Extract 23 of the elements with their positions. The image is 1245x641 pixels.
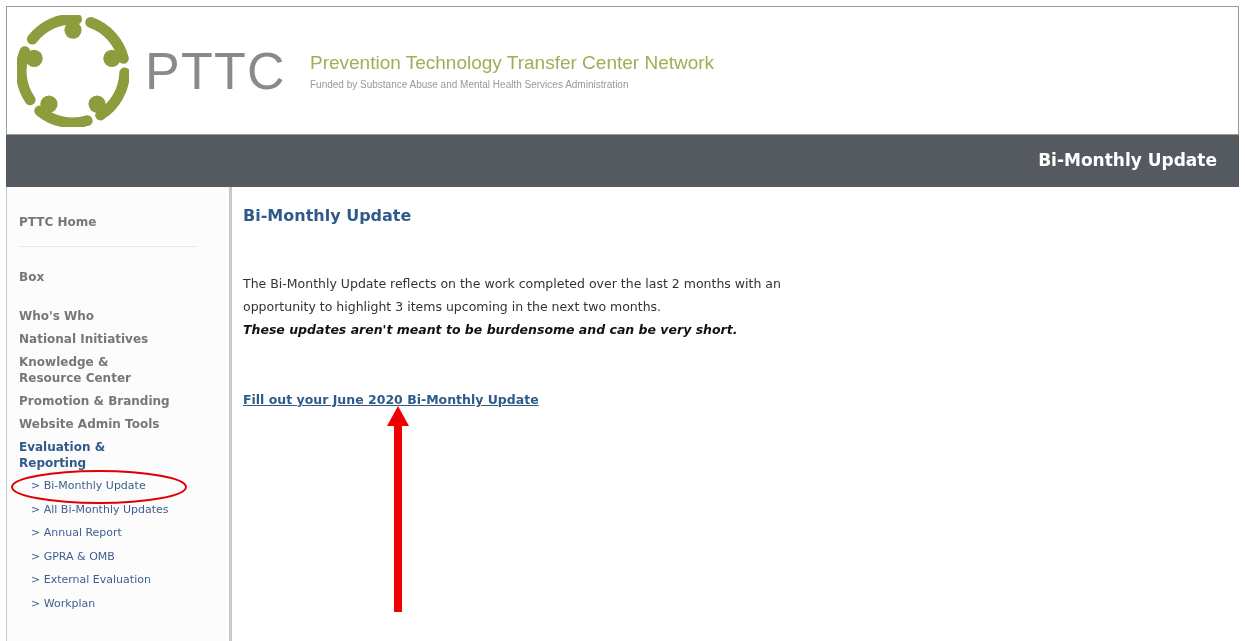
- page-heading: Bi-Monthly Update: [243, 205, 413, 227]
- emphasis-text: These updates aren't meant to be burdensome and can be very short.: [243, 321, 739, 339]
- sidebar-link[interactable]: Evaluation & Reporting: [19, 439, 175, 471]
- network-name: Prevention Technology Transfer Center Network: [309, 50, 715, 75]
- sidebar-sublink[interactable]: > Workplan: [19, 591, 229, 615]
- sidebar-link[interactable]: Promotion & Branding: [19, 393, 175, 409]
- sidebar-sublink[interactable]: > All Bi-Monthly Updates: [19, 497, 229, 521]
- sidebar-link[interactable]: Box: [19, 269, 175, 285]
- logo-text: PTTC: [145, 44, 286, 97]
- sidebar-sublink[interactable]: > Bi-Monthly Update: [19, 474, 229, 498]
- sidebar-link[interactable]: National Initiatives: [19, 331, 175, 347]
- sidebar-link[interactable]: Website Admin Tools: [19, 416, 175, 432]
- logo-icon: [17, 14, 129, 127]
- banner-title: Bi-Monthly Update: [1038, 149, 1217, 173]
- sidebar-link[interactable]: PTTC Home: [19, 214, 175, 230]
- update-link[interactable]: Fill out your June 2020 Bi-Monthly Update: [243, 391, 539, 410]
- sidebar-sublink[interactable]: > GPRA & OMB: [19, 544, 229, 568]
- funded-by-text: Funded by Substance Abuse and Mental Health Services Administration: [309, 78, 630, 93]
- sidebar-link[interactable]: Knowledge & Resource Center: [19, 354, 175, 386]
- sidebar-sublink[interactable]: > External Evaluation: [19, 568, 229, 592]
- description-text: The Bi-Monthly Update reflects on the work completed over the last 2 months with an opportunity to highlight 3 items upcoming in the next two months.: [243, 275, 782, 316]
- sidebar-link[interactable]: Who's Who: [19, 308, 175, 324]
- sidebar-sublink[interactable]: > Annual Report: [19, 521, 229, 545]
